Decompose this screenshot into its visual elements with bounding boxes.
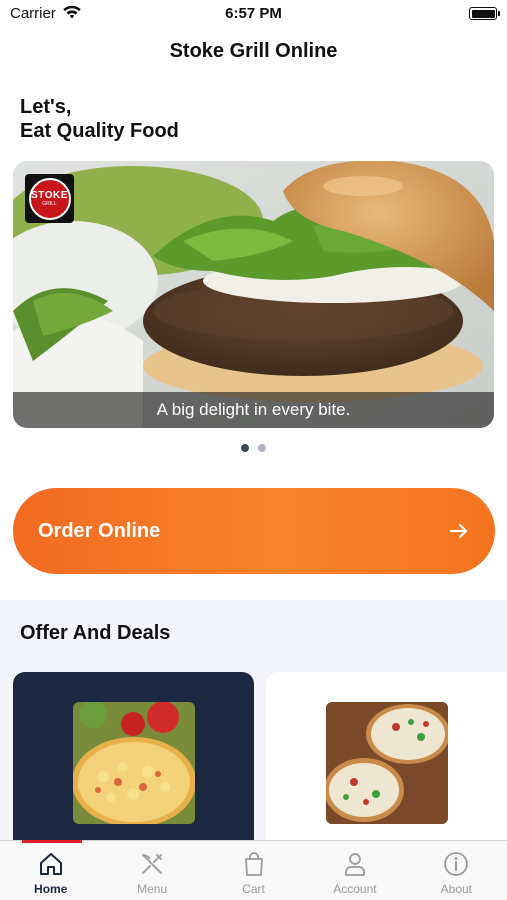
logo-subtext: GRILL: [42, 201, 57, 207]
page-title: Stoke Grill Online: [169, 40, 338, 62]
greeting-line-2: Eat Quality Food: [20, 120, 179, 142]
bottom-tab-bar: Home Menu Cart Account About: [0, 840, 507, 900]
offers-heading: Offer And Deals: [20, 622, 171, 644]
offer-card-2[interactable]: [266, 672, 507, 852]
tab-cart-label: Cart: [242, 882, 265, 896]
order-online-button[interactable]: Order Online: [13, 488, 495, 574]
tab-about[interactable]: About: [406, 841, 507, 900]
page-dot-1[interactable]: [241, 444, 249, 452]
flatbread-pizza-image: [326, 702, 448, 824]
tab-account-label: Account: [333, 882, 377, 896]
pizza-image: [73, 702, 195, 824]
info-icon: [444, 852, 469, 876]
tab-menu[interactable]: Menu: [101, 841, 202, 900]
stoke-grill-logo: STOKE GRILL: [25, 174, 74, 223]
tab-cart[interactable]: Cart: [203, 841, 304, 900]
page-dot-2[interactable]: [258, 444, 266, 452]
status-bar: Carrier 6:57 PM: [0, 0, 507, 28]
tab-about-label: About: [440, 882, 472, 896]
tab-home-label: Home: [34, 882, 68, 896]
promo-banner-carousel[interactable]: STOKE GRILL A big delight in every bite.: [13, 161, 494, 428]
user-icon: [345, 853, 365, 876]
carousel-page-indicator[interactable]: [0, 444, 507, 452]
greeting-line-1: Let's,: [20, 96, 72, 118]
tab-menu-label: Menu: [137, 882, 168, 896]
offer-card-1[interactable]: [13, 672, 254, 852]
order-online-label: Order Online: [38, 519, 161, 542]
arrow-right-icon: [449, 523, 468, 539]
burger-image: [13, 161, 494, 428]
home-icon: [39, 853, 62, 875]
logo-text: STOKE: [31, 190, 68, 201]
greeting-heading: Let's, Eat Quality Food: [20, 95, 179, 143]
tab-home[interactable]: Home: [0, 840, 101, 900]
banner-caption: A big delight in every bite.: [13, 392, 494, 428]
active-tab-indicator: [22, 840, 82, 843]
clock: 6:57 PM: [225, 5, 282, 22]
shopping-bag-icon: [244, 852, 263, 876]
fork-knife-icon: [142, 854, 163, 874]
battery-icon: [469, 7, 500, 20]
tab-account[interactable]: Account: [304, 841, 405, 900]
